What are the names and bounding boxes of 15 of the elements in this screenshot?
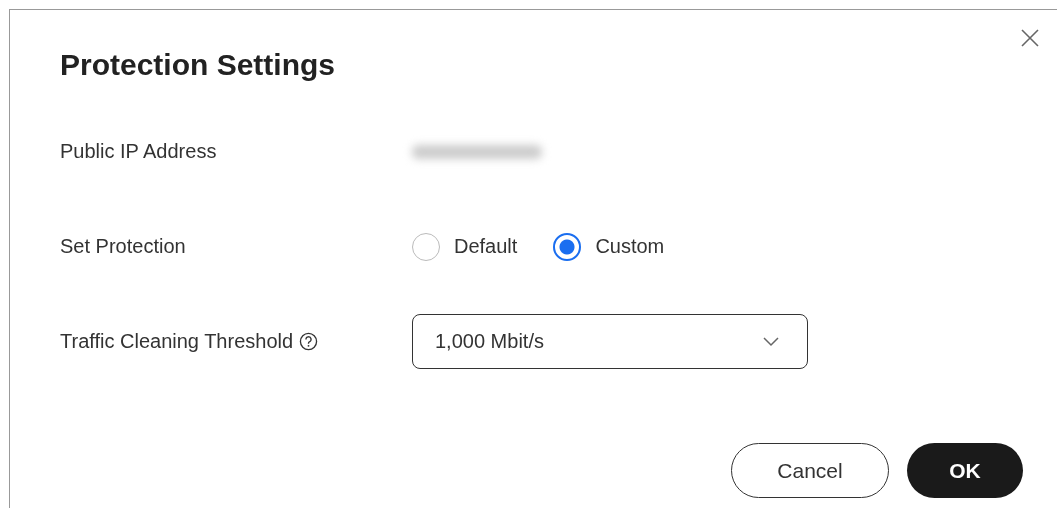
field-label: Public IP Address <box>60 140 217 163</box>
close-icon[interactable] <box>1021 29 1039 47</box>
radio-option[interactable]: Default <box>412 232 518 261</box>
threshold-select[interactable]: 1,000 Mbit/s <box>412 314 808 369</box>
field-label: Set Protection <box>60 235 186 258</box>
ok-button[interactable]: OK <box>907 443 1023 498</box>
radio-option[interactable]: Custom <box>553 232 665 261</box>
field-label: Traffic Cleaning Threshold <box>60 330 294 353</box>
cancel-button[interactable]: Cancel <box>731 443 889 498</box>
help-icon[interactable] <box>299 332 319 351</box>
radio-label: Default <box>454 235 518 258</box>
chevron-down-icon <box>763 336 779 347</box>
radio-button[interactable] <box>553 232 582 261</box>
dialog-title: Protection Settings <box>60 48 337 83</box>
radio-label: Custom <box>595 235 665 258</box>
